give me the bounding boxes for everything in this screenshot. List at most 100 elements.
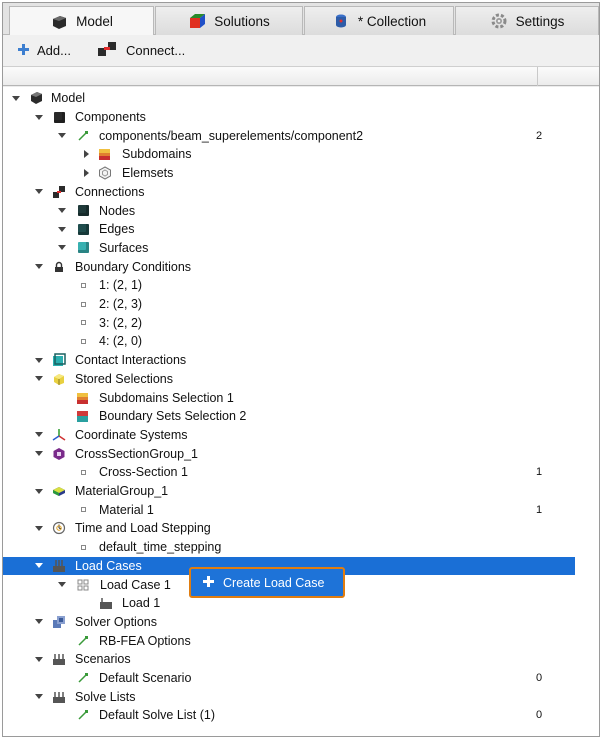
tree-item-default-time-stepping[interactable]: default_time_stepping: [3, 538, 599, 557]
stored-selections-icon: [52, 372, 66, 386]
solver-icon: [52, 615, 66, 629]
tree-item-subdomains-selection[interactable]: Subdomains Selection 1: [3, 388, 599, 407]
tab-model-label: Model: [76, 14, 113, 29]
expand-arrow[interactable]: [11, 93, 21, 103]
tab-bar: Model Solutions * Collection Settings: [3, 3, 599, 36]
expand-arrow[interactable]: [57, 243, 67, 253]
expand-arrow[interactable]: [34, 355, 44, 365]
tree-item-label: Load 1: [122, 596, 161, 611]
expand-arrow[interactable]: [34, 617, 44, 627]
bullet-icon: [76, 278, 90, 292]
tree-item-label: Nodes: [99, 203, 136, 218]
tree-item-boundary-conditions[interactable]: Boundary Conditions: [3, 257, 599, 276]
add-button[interactable]: Add...: [17, 43, 71, 59]
tree-item-label: Coordinate Systems: [75, 427, 188, 442]
tree-item-components[interactable]: Components: [3, 108, 599, 127]
tree-item-label: Subdomains: [122, 147, 192, 162]
tree-item-connections[interactable]: Connections: [3, 183, 599, 202]
create-load-case-button[interactable]: Create Load Case: [189, 567, 345, 598]
tree-item-boundary-sets-selection[interactable]: Boundary Sets Selection 2: [3, 407, 599, 426]
scenarios-icon: [52, 652, 66, 666]
tree-item-label: Load Cases: [75, 558, 142, 573]
expand-arrow[interactable]: [57, 580, 67, 590]
expand-arrow[interactable]: [34, 692, 44, 702]
connect-icon: [97, 41, 119, 60]
load-cases-icon: [52, 559, 66, 573]
tab-solutions[interactable]: Solutions: [155, 6, 303, 35]
load-icon: [99, 596, 113, 610]
expand-arrow[interactable]: [34, 561, 44, 571]
expand-arrow[interactable]: [34, 654, 44, 664]
tree-item-nodes[interactable]: Nodes: [3, 201, 599, 220]
tree-item-bc-2[interactable]: 2: (2, 3): [3, 295, 599, 314]
link-icon: [76, 671, 90, 685]
expand-arrow[interactable]: [57, 131, 67, 141]
tree-item-label: default_time_stepping: [99, 540, 222, 555]
tree-item-label: Model: [51, 91, 86, 106]
tree-item-coordinate-systems[interactable]: Coordinate Systems: [3, 426, 599, 445]
expand-arrow[interactable]: [34, 430, 44, 440]
tree-item-cross-section-group[interactable]: CrossSectionGroup_1: [3, 444, 599, 463]
bullet-icon: [76, 465, 90, 479]
tree-item-stored-selections[interactable]: Stored Selections: [3, 370, 599, 389]
expand-arrow[interactable]: [34, 449, 44, 459]
solve-lists-icon: [52, 690, 66, 704]
tree-item-contact-interactions[interactable]: Contact Interactions: [3, 351, 599, 370]
tab-model[interactable]: Model: [9, 6, 154, 36]
expand-arrow[interactable]: [34, 374, 44, 384]
tree-item-subdomains[interactable]: Subdomains: [3, 145, 599, 164]
item-count: 2: [536, 129, 543, 142]
tree-item-cross-section[interactable]: Cross-Section 1 1: [3, 463, 599, 482]
tree-item-default-scenario[interactable]: Default Scenario 0: [3, 669, 599, 688]
tree-item-material[interactable]: Material 1 1: [3, 500, 599, 519]
tree-item-bc-3[interactable]: 3: (2, 2): [3, 313, 599, 332]
nodes-icon: [76, 204, 90, 218]
tree-item-elemsets[interactable]: Elemsets: [3, 164, 599, 183]
expand-arrow[interactable]: [81, 168, 91, 178]
tree-column-header: [3, 66, 599, 86]
toolbar: Add... Connect...: [3, 35, 599, 66]
tree-item-surfaces[interactable]: Surfaces: [3, 239, 599, 258]
tree-item-edges[interactable]: Edges: [3, 220, 599, 239]
tree-item-label: Default Scenario: [99, 671, 192, 686]
tree-item-label: Cross-Section 1: [99, 465, 188, 480]
tree-item-label: Scenarios: [75, 652, 131, 667]
expand-arrow[interactable]: [34, 262, 44, 272]
tree-item-model[interactable]: Model: [3, 89, 599, 108]
expand-arrow[interactable]: [57, 224, 67, 234]
tree-item-label: Boundary Sets Selection 2: [99, 409, 247, 424]
bullet-icon: [76, 334, 90, 348]
expand-arrow[interactable]: [34, 486, 44, 496]
tree-item-solve-lists[interactable]: Solve Lists: [3, 687, 599, 706]
tree-item-label: Boundary Conditions: [75, 259, 192, 274]
expand-arrow[interactable]: [57, 206, 67, 216]
tree-item-solver-options[interactable]: Solver Options: [3, 613, 599, 632]
subdomains-icon: [98, 147, 112, 161]
model-cube-icon: [50, 14, 68, 30]
expand-arrow[interactable]: [34, 112, 44, 122]
tab-collection[interactable]: * Collection: [304, 6, 454, 35]
tree-item-default-solve-list[interactable]: Default Solve List (1) 0: [3, 706, 599, 725]
collection-icon: [332, 13, 350, 29]
tree-item-material-group[interactable]: MaterialGroup_1: [3, 482, 599, 501]
plus-icon: [17, 43, 30, 59]
boundary-sets-icon: [76, 409, 90, 423]
tree-item-label: Stored Selections: [75, 371, 173, 386]
tree-item-bc-4[interactable]: 4: (2, 0): [3, 332, 599, 351]
tree-item-scenarios[interactable]: Scenarios: [3, 650, 599, 669]
connect-button[interactable]: Connect...: [97, 41, 185, 60]
expand-arrow[interactable]: [81, 149, 91, 159]
tree-item-component-path[interactable]: components/beam_superelements/component2…: [3, 126, 599, 145]
tree-item-label: Load Case 1: [100, 577, 171, 592]
tree-item-time-load-stepping[interactable]: Time and Load Stepping: [3, 519, 599, 538]
link-icon: [76, 708, 90, 722]
tree-item-rbfea-options[interactable]: RB-FEA Options: [3, 631, 599, 650]
expand-arrow[interactable]: [34, 187, 44, 197]
tree-item-bc-1[interactable]: 1: (2, 1): [3, 276, 599, 295]
expand-arrow[interactable]: [34, 523, 44, 533]
tree-item-label: Solve Lists: [75, 689, 136, 704]
connect-icon: [52, 185, 66, 199]
tree-item-label: 4: (2, 0): [99, 334, 143, 349]
tree-item-label: Components: [75, 110, 146, 125]
tab-settings[interactable]: Settings: [455, 6, 599, 35]
